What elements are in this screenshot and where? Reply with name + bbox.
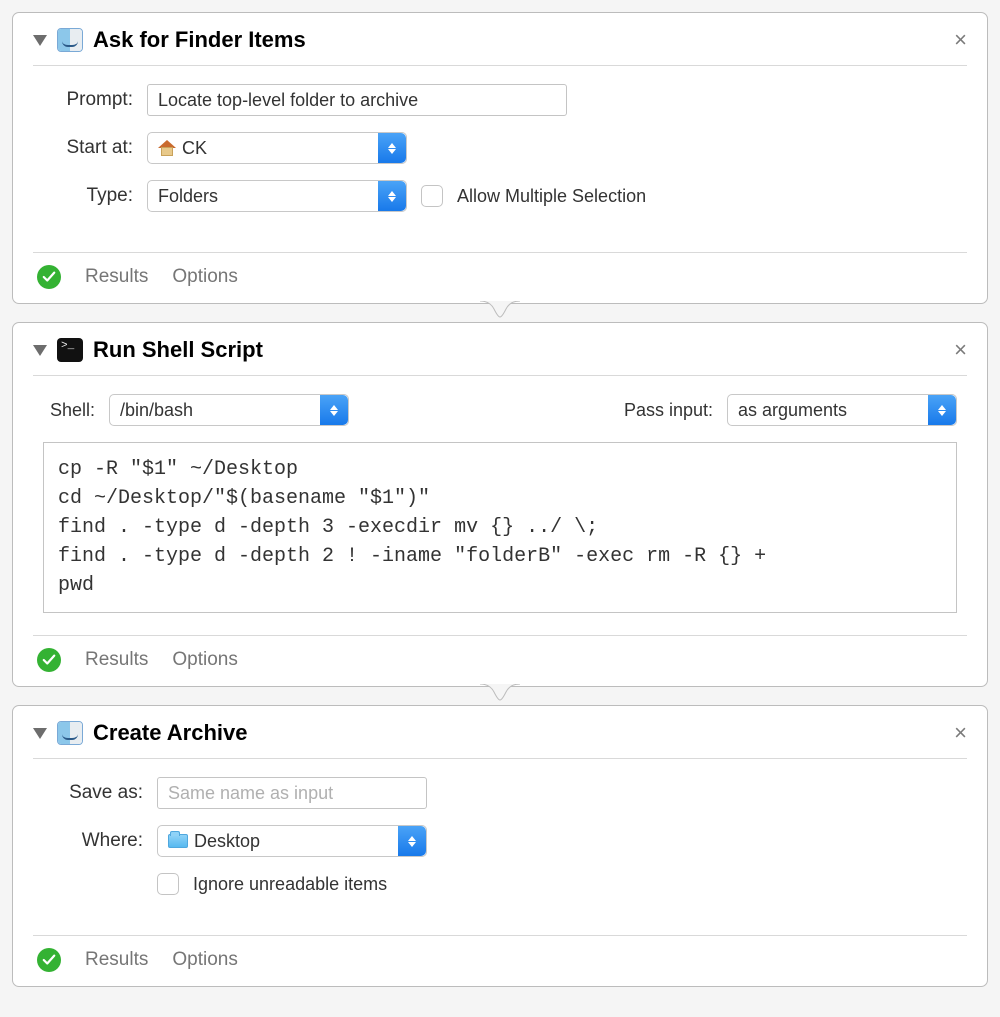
start-at-label: Start at: (43, 137, 133, 159)
results-button[interactable]: Results (85, 949, 148, 971)
chevron-updown-icon (378, 133, 406, 163)
chevron-updown-icon (928, 395, 956, 425)
where-select[interactable]: Desktop (157, 825, 427, 857)
card-header: Run Shell Script × (33, 337, 967, 376)
home-icon (158, 140, 176, 156)
workflow-connector-icon (480, 301, 520, 321)
chevron-updown-icon (398, 826, 426, 856)
pass-input-value: as arguments (738, 400, 847, 421)
results-button[interactable]: Results (85, 266, 148, 288)
prompt-label: Prompt: (43, 89, 133, 111)
close-icon[interactable]: × (954, 339, 967, 361)
shell-label: Shell: (43, 400, 95, 421)
options-button[interactable]: Options (172, 949, 237, 971)
results-button[interactable]: Results (85, 649, 148, 671)
chevron-updown-icon (320, 395, 348, 425)
finder-icon (57, 721, 83, 745)
prompt-input[interactable]: Locate top-level folder to archive (147, 84, 567, 116)
script-textarea[interactable]: cp -R "$1" ~/Desktop cd ~/Desktop/"$(bas… (43, 442, 957, 613)
shell-value: /bin/bash (120, 400, 193, 421)
card-title: Create Archive (93, 720, 247, 746)
shell-select[interactable]: /bin/bash (109, 394, 349, 426)
action-ask-finder-items: Ask for Finder Items × Prompt: Locate to… (12, 12, 988, 304)
card-footer: Results Options (33, 252, 967, 303)
allow-multiple-checkbox[interactable] (421, 185, 443, 207)
status-ok-icon (37, 948, 61, 972)
folder-icon (168, 834, 188, 848)
close-icon[interactable]: × (954, 29, 967, 51)
card-header: Ask for Finder Items × (33, 27, 967, 66)
pass-input-select[interactable]: as arguments (727, 394, 957, 426)
card-footer: Results Options (33, 635, 967, 686)
disclosure-triangle-icon[interactable] (33, 345, 47, 356)
start-at-select[interactable]: CK (147, 132, 407, 164)
allow-multiple-label: Allow Multiple Selection (457, 186, 646, 207)
ignore-unreadable-label: Ignore unreadable items (193, 874, 387, 895)
type-value: Folders (158, 186, 218, 207)
disclosure-triangle-icon[interactable] (33, 728, 47, 739)
save-as-row: Save as: Same name as input (43, 777, 957, 809)
action-create-archive: Create Archive × Save as: Same name as i… (12, 705, 988, 987)
disclosure-triangle-icon[interactable] (33, 35, 47, 46)
where-row: Where: Desktop (43, 825, 957, 857)
type-label: Type: (43, 185, 133, 207)
type-row: Type: Folders Allow Multiple Selection (43, 180, 957, 212)
action-run-shell-script: Run Shell Script × Shell: /bin/bash Pass… (12, 322, 988, 687)
chevron-updown-icon (378, 181, 406, 211)
type-select[interactable]: Folders (147, 180, 407, 212)
pass-input-label: Pass input: (624, 400, 713, 421)
status-ok-icon (37, 265, 61, 289)
terminal-icon (57, 338, 83, 362)
start-at-value: CK (182, 138, 207, 159)
card-title: Ask for Finder Items (93, 27, 306, 53)
card-footer: Results Options (33, 935, 967, 986)
start-at-row: Start at: CK (43, 132, 957, 164)
card-title: Run Shell Script (93, 337, 263, 363)
ignore-unreadable-checkbox[interactable] (157, 873, 179, 895)
save-as-input[interactable]: Same name as input (157, 777, 427, 809)
options-button[interactable]: Options (172, 649, 237, 671)
where-label: Where: (43, 830, 143, 852)
finder-icon (57, 28, 83, 52)
close-icon[interactable]: × (954, 722, 967, 744)
workflow-connector-icon (480, 684, 520, 704)
where-value: Desktop (194, 831, 260, 852)
save-as-label: Save as: (43, 782, 143, 804)
prompt-row: Prompt: Locate top-level folder to archi… (43, 84, 957, 116)
status-ok-icon (37, 648, 61, 672)
card-header: Create Archive × (33, 720, 967, 759)
options-button[interactable]: Options (172, 266, 237, 288)
ignore-row: Ignore unreadable items (43, 873, 957, 895)
